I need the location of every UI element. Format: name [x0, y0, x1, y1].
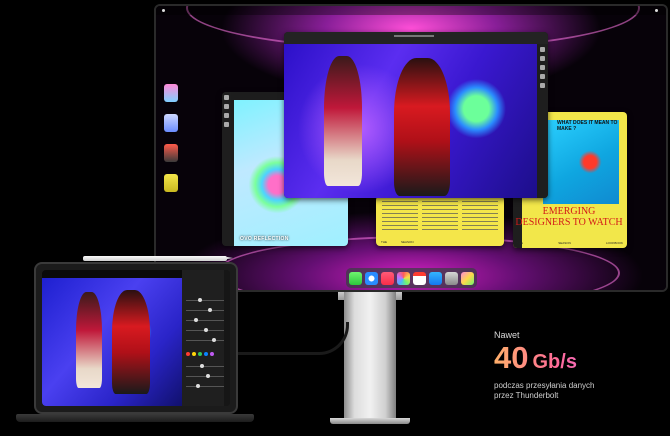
callout-speed-unit: Gb/s	[532, 351, 577, 373]
adjustment-slider[interactable]	[186, 338, 224, 342]
adjustment-slider[interactable]	[186, 374, 224, 378]
adjustment-slider[interactable]	[186, 384, 224, 388]
editorial-photo	[543, 120, 619, 204]
stage-manager-app-thumbnail[interactable]	[164, 114, 178, 132]
apple-pencil	[83, 256, 233, 261]
apple-menu-icon[interactable]	[162, 9, 165, 12]
callout-description-line: przez Thunderbolt	[494, 391, 559, 400]
adjustment-slider[interactable]	[186, 298, 224, 302]
magic-keyboard	[16, 414, 254, 422]
music-icon[interactable]	[381, 271, 394, 285]
color-swatch[interactable]	[186, 352, 190, 356]
ipad-tool-strip	[224, 270, 230, 406]
editorial-eyebrow: WHAT DOES IT MEAN TO MAKE ?	[557, 120, 618, 132]
adjustment-slider[interactable]	[186, 308, 224, 312]
callout-speed: 40 Gb/s	[494, 342, 634, 378]
messages-icon[interactable]	[349, 271, 362, 285]
adjustment-slider[interactable]	[186, 364, 224, 368]
brush-tool-icon[interactable]	[224, 95, 229, 100]
window-title-bar[interactable]	[284, 32, 548, 44]
stage-manager-app-thumbnail[interactable]	[164, 174, 178, 192]
adjust-tool-icon[interactable]	[540, 56, 545, 61]
ipad-photo-canvas[interactable]	[42, 278, 184, 406]
filter-tool-icon[interactable]	[540, 65, 545, 70]
text-column	[422, 201, 458, 233]
footer-label: THE	[517, 241, 523, 245]
ipad	[34, 262, 238, 414]
select-tool-icon[interactable]	[224, 113, 229, 118]
adjustment-slider[interactable]	[186, 318, 224, 322]
footer-label: SEASON	[401, 240, 414, 244]
settings-icon[interactable]	[445, 271, 458, 285]
model-figure	[324, 56, 362, 186]
color-swatch[interactable]	[192, 352, 196, 356]
eraser-tool-icon[interactable]	[224, 104, 229, 109]
display-stand-base	[330, 418, 410, 424]
control-center-icon[interactable]	[655, 9, 658, 12]
layers-tool-icon[interactable]	[224, 122, 229, 127]
adjustment-slider[interactable]	[186, 328, 224, 332]
photos-icon[interactable]	[397, 271, 410, 285]
apps-folder-icon[interactable]	[461, 271, 474, 285]
comic-caption: OVO REFLECTION	[240, 236, 289, 242]
thunderbolt-speed-callout: Nawet 40 Gb/s podczas przesyłania danych …	[494, 330, 634, 401]
external-display: OVO REFLECTION THE SEASON WHAT DOES IT M…	[154, 4, 668, 292]
photo-editor-window[interactable]	[284, 32, 548, 198]
app-store-icon[interactable]	[429, 271, 442, 285]
adjustment-toolbar	[537, 44, 548, 198]
callout-prefix: Nawet	[494, 330, 520, 340]
stage-manager-strip	[164, 84, 182, 204]
footer-label: THE	[381, 240, 387, 244]
menu-bar	[156, 6, 666, 15]
ipad-screen	[42, 270, 230, 406]
brush-tool-icon[interactable]	[540, 74, 545, 79]
stage-manager-app-thumbnail[interactable]	[164, 144, 178, 162]
display-stand	[344, 292, 396, 422]
fashion-photo-canvas[interactable]	[284, 44, 537, 198]
stage-manager-app-thumbnail[interactable]	[164, 84, 178, 102]
editorial-footer: THE SEASON LOOKBOOK	[517, 241, 623, 245]
footer-label: LOOKBOOK	[605, 241, 623, 245]
callout-description-line: podczas przesyłania danych	[494, 381, 595, 390]
model-figure	[112, 290, 150, 394]
color-swatch[interactable]	[210, 352, 214, 356]
tool-palette	[222, 92, 231, 246]
callout-description: podczas przesyłania danych przez Thunder…	[494, 381, 634, 401]
model-figure	[76, 292, 102, 388]
model-figure	[394, 58, 450, 196]
thunderbolt-cable	[236, 322, 349, 355]
spread-footer: THE SEASON	[381, 240, 499, 244]
callout-speed-value: 40	[494, 340, 529, 375]
editorial-headline: EMERGING DESIGNERS TO WATCH	[515, 206, 623, 228]
color-swatch[interactable]	[198, 352, 202, 356]
crop-tool-icon[interactable]	[540, 47, 545, 52]
retouch-tool-icon[interactable]	[540, 83, 545, 88]
dock	[346, 268, 477, 288]
calendar-icon[interactable]	[413, 271, 426, 285]
adjustments-panel	[182, 270, 230, 406]
safari-icon[interactable]	[365, 271, 378, 285]
text-column	[382, 201, 418, 233]
window-title-placeholder	[394, 35, 434, 37]
magazine-spread-window[interactable]: THE SEASON	[376, 196, 504, 246]
color-swatch[interactable]	[204, 352, 208, 356]
text-column	[462, 201, 498, 233]
footer-label: SEASON	[558, 241, 571, 245]
